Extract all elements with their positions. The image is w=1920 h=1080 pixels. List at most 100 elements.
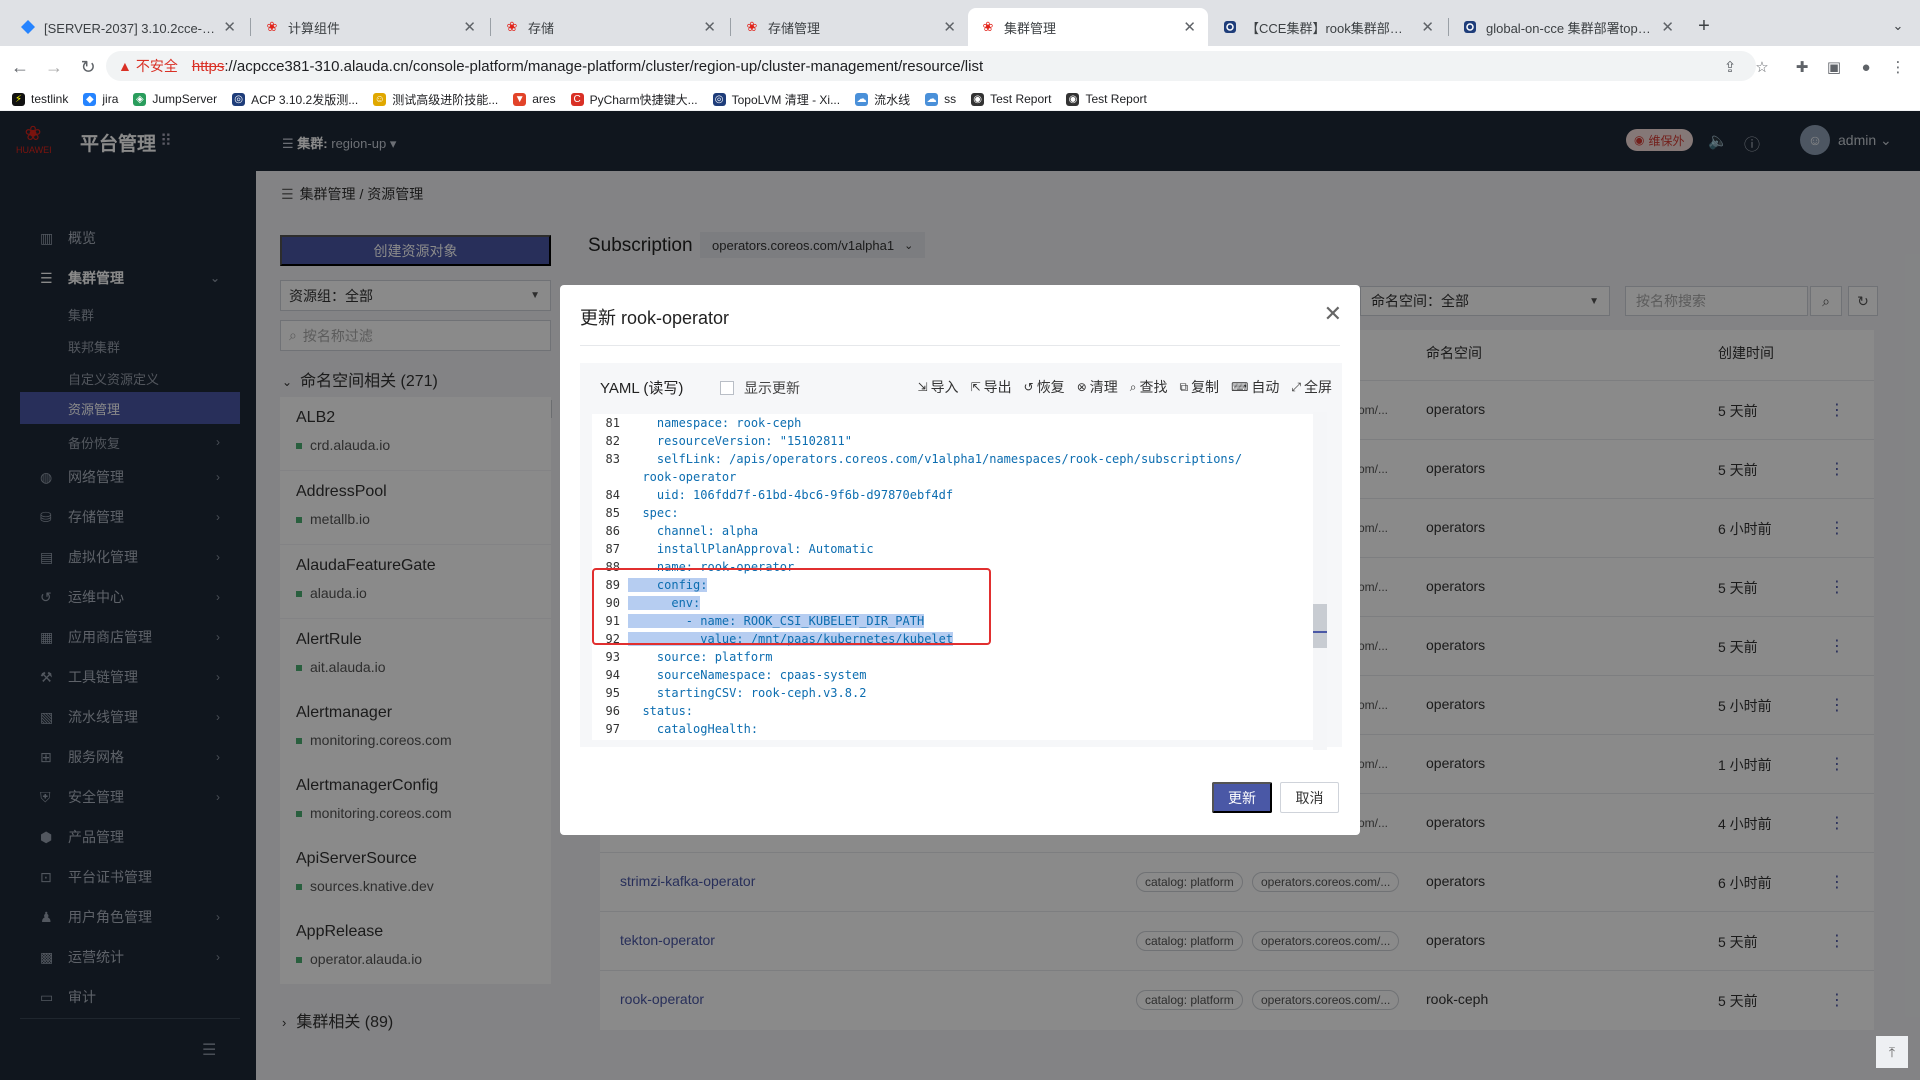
- copy-icon: ⧉: [1179, 379, 1189, 394]
- update-button[interactable]: 更新: [1212, 782, 1272, 813]
- code-text: uid: 106fdd7f-61bd-4bc6-9f6b-d97870ebf4d…: [628, 488, 954, 502]
- line-number: 95: [605, 686, 620, 700]
- bookmark[interactable]: ▼ ares: [513, 92, 556, 106]
- find-button[interactable]: ⌕ 查找: [1130, 377, 1168, 397]
- code-line[interactable]: 84 uid: 106fdd7f-61bd-4bc6-9f6b-d97870eb…: [592, 486, 1312, 504]
- show-updates-checkbox[interactable]: 显示更新: [720, 378, 800, 398]
- code-line[interactable]: 95 startingCSV: rook-ceph.v3.8.2: [592, 684, 1312, 702]
- expand-icon: ⤢: [1291, 379, 1301, 394]
- close-icon[interactable]: ✕: [223, 18, 236, 36]
- code-line[interactable]: 81 namespace: rook-ceph: [592, 414, 1312, 432]
- browser-tab[interactable]: ❀ 存储管理 ✕: [732, 8, 968, 46]
- star-icon[interactable]: ☆: [1748, 53, 1776, 81]
- code-text: rook-operator: [628, 470, 737, 484]
- line-number: 96: [605, 704, 620, 718]
- code-line[interactable]: 85 spec:: [592, 504, 1312, 522]
- code-line[interactable]: 83 selfLink: /apis/operators.coreos.com/…: [592, 450, 1312, 468]
- close-icon[interactable]: ✕: [1324, 301, 1342, 327]
- browser-tab[interactable]: ❀ 存储 ✕: [492, 8, 728, 46]
- reload-icon[interactable]: ↻: [74, 53, 102, 81]
- close-icon[interactable]: ✕: [703, 18, 716, 36]
- fullscreen-button[interactable]: ⤢ 全屏: [1291, 377, 1332, 397]
- line-number: 82: [605, 434, 620, 448]
- editor-label: YAML (读写): [600, 380, 684, 397]
- bookmark[interactable]: ☁ 流水线: [855, 91, 910, 108]
- close-icon[interactable]: ✕: [1661, 18, 1674, 36]
- bookmark[interactable]: ◉ Test Report: [971, 92, 1051, 106]
- code-line[interactable]: 82 resourceVersion: "15102811": [592, 432, 1312, 450]
- yaml-editor: YAML (读写) 显示更新 ⇲ 导入 ⇱ 导出 ↺ 恢复 ⊗ 清理 ⌕ 查找 ⧉ 复制 ⌨…: [580, 363, 1342, 747]
- code-line[interactable]: 98 - catalogSourceRef:: [592, 738, 1312, 740]
- editor-scrollbar[interactable]: [1313, 412, 1327, 750]
- browser-tab[interactable]: 【CCE集群】rook集群部署失败 ✕: [1210, 8, 1446, 46]
- back-icon[interactable]: ←: [6, 53, 34, 81]
- divider: [580, 345, 1340, 346]
- annotation-highlight-box: [592, 568, 991, 645]
- bookmark[interactable]: ◎ TopoLVM 清理 - Xi...: [712, 91, 840, 108]
- bookmark[interactable]: ⚡ testlink: [12, 92, 68, 106]
- browser-tab[interactable]: [SERVER-2037] 3.10.2cce-第四 ✕: [8, 8, 248, 46]
- bookmark[interactable]: ☁ ss: [925, 92, 956, 106]
- import-button[interactable]: ⇲ 导入: [918, 377, 959, 397]
- close-icon[interactable]: ✕: [1421, 18, 1434, 36]
- search-icon: ⌕: [1129, 379, 1137, 394]
- share-icon[interactable]: ⇪: [1716, 53, 1744, 81]
- export-button[interactable]: ⇱ 导出: [971, 377, 1012, 397]
- new-tab-icon[interactable]: +: [1692, 14, 1716, 38]
- code-text: sourceNamespace: cpaas-system: [628, 668, 867, 682]
- line-number: 86: [605, 524, 620, 538]
- code-line[interactable]: 97 catalogHealth:: [592, 720, 1312, 738]
- bookmark[interactable]: ◉ Test Report: [1066, 92, 1147, 106]
- menu-icon[interactable]: ⋮: [1884, 53, 1912, 81]
- bookmark[interactable]: ◆ jira: [83, 92, 118, 106]
- line-number: 83: [605, 452, 620, 466]
- code-line[interactable]: 94 sourceNamespace: cpaas-system: [592, 666, 1312, 684]
- sidepanel-icon[interactable]: ▣: [1820, 53, 1848, 81]
- address-bar[interactable]: ▲ 不安全 https://acpcce381-310.alauda.cn/co…: [106, 51, 1756, 81]
- code-line[interactable]: rook-operator: [592, 468, 1312, 486]
- huawei-icon: ❀: [746, 19, 758, 34]
- code-text: selfLink: /apis/operators.coreos.com/v1a…: [628, 452, 1243, 466]
- code-text: namespace: rook-ceph: [628, 416, 802, 430]
- code-line[interactable]: 96 status:: [592, 702, 1312, 720]
- cancel-button[interactable]: 取消: [1280, 782, 1339, 813]
- code-line[interactable]: 86 channel: alpha: [592, 522, 1312, 540]
- clear-icon: ⊗: [1076, 380, 1087, 394]
- restore-button[interactable]: ↺ 恢复: [1024, 377, 1065, 397]
- checkbox-box[interactable]: [720, 381, 734, 395]
- back-to-top-icon[interactable]: ⤒: [1876, 1036, 1908, 1068]
- clear-button[interactable]: ⊗ 清理: [1077, 377, 1118, 397]
- line-number: 98: [592, 738, 628, 740]
- line-number: 93: [605, 650, 620, 664]
- code-text: catalogHealth:: [628, 722, 759, 736]
- url-scheme: https: [191, 57, 225, 75]
- huawei-icon: ❀: [982, 19, 994, 34]
- bookmark[interactable]: ☺ 测试高级进阶技能...: [373, 91, 498, 108]
- line-number: 94: [605, 668, 620, 682]
- browser-tab-active[interactable]: ❀ 集群管理 ✕: [968, 8, 1208, 46]
- code-line[interactable]: 87 installPlanApproval: Automatic: [592, 540, 1312, 558]
- bookmark[interactable]: ◎ ACP 3.10.2发版测...: [232, 91, 358, 108]
- code-text: channel: alpha: [628, 524, 759, 538]
- code-text: resourceVersion: "15102811": [628, 434, 852, 448]
- tab-list-chevron-icon[interactable]: ⌄: [1886, 14, 1910, 38]
- bookmark[interactable]: ◈ JumpServer: [133, 92, 217, 106]
- forward-icon[interactable]: →: [40, 53, 68, 81]
- not-secure-label: 不安全: [135, 58, 178, 74]
- close-icon[interactable]: ✕: [1183, 18, 1196, 36]
- code-text: source: platform: [628, 650, 773, 664]
- code-line[interactable]: 93 source: platform: [592, 648, 1312, 666]
- auto-button[interactable]: ⌨ 自动: [1231, 377, 1279, 397]
- bookmark[interactable]: C PyCharm快捷键大...: [570, 91, 698, 108]
- browser-tab[interactable]: global-on-cce 集群部署topolvm ✕: [1450, 8, 1686, 46]
- close-icon[interactable]: ✕: [943, 18, 956, 36]
- browser-tab[interactable]: ❀ 计算组件 ✕: [252, 8, 488, 46]
- copy-button[interactable]: ⧉ 复制: [1179, 377, 1219, 397]
- extensions-icon[interactable]: ✚: [1788, 53, 1816, 81]
- modal-title: 更新 rook-operator: [580, 308, 730, 328]
- profile-icon[interactable]: ●: [1852, 53, 1880, 81]
- close-icon[interactable]: ✕: [463, 18, 476, 36]
- keyboard-icon: ⌨: [1231, 380, 1249, 394]
- jira-icon: [20, 19, 36, 35]
- editor-scrollbar-thumb[interactable]: [1313, 604, 1327, 648]
